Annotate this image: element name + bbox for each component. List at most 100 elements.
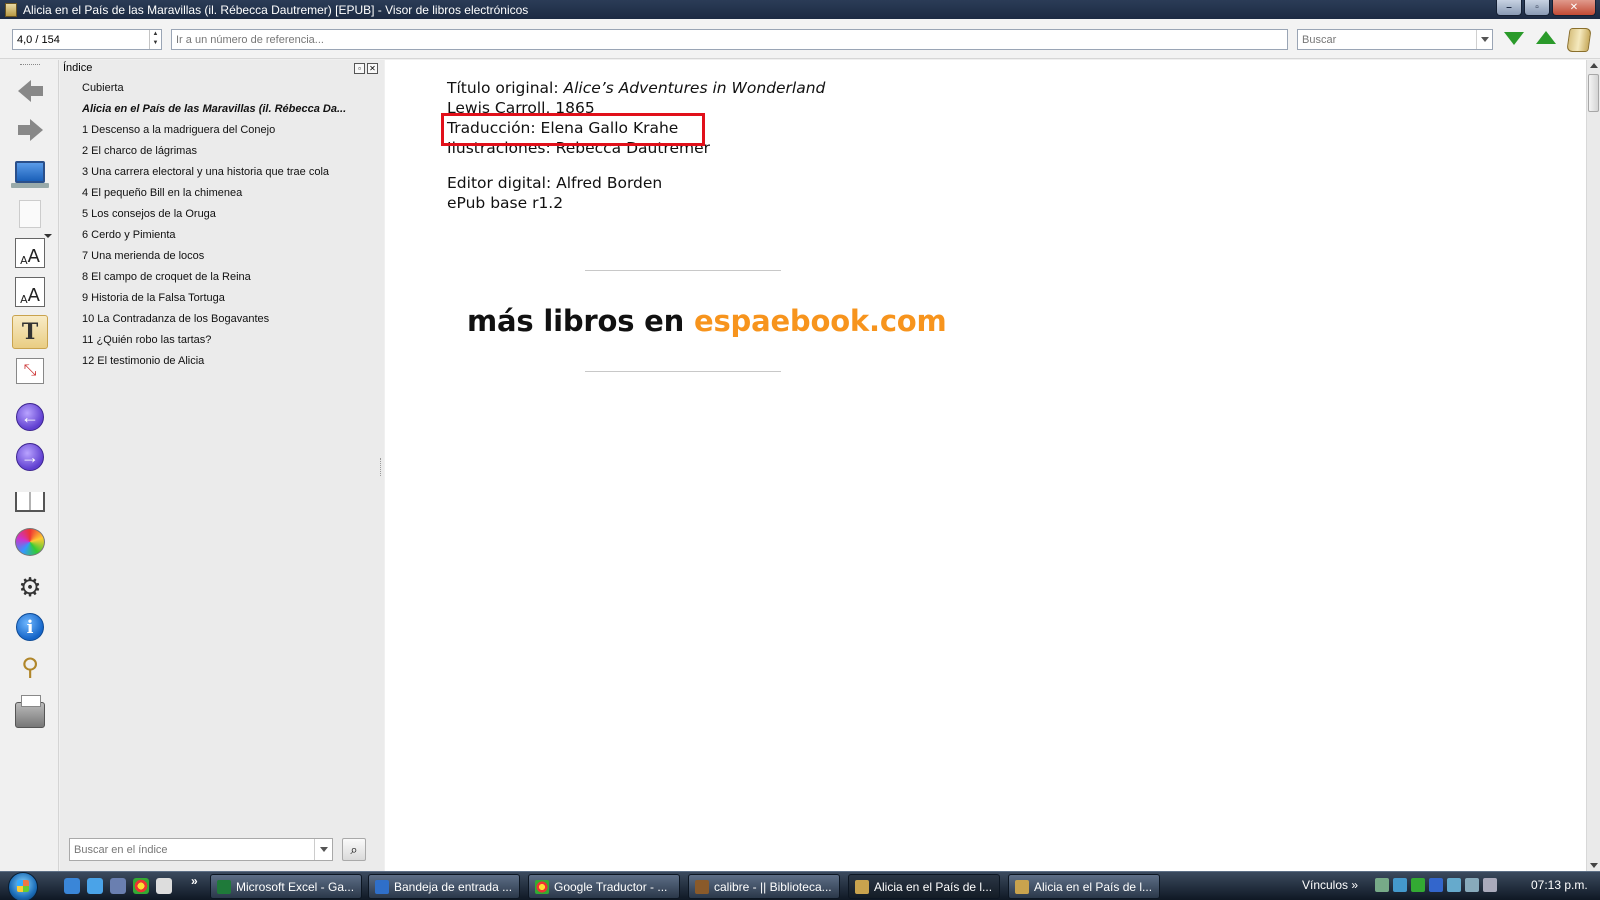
- toc-item-current[interactable]: Alicia en el País de las Maravillas (il.…: [82, 99, 382, 120]
- volume-icon[interactable]: [1483, 878, 1497, 892]
- promo-site: espaebook.com: [693, 304, 947, 338]
- network-icon[interactable]: [1393, 878, 1407, 892]
- fullscreen-button[interactable]: ⤡: [12, 354, 48, 388]
- quicklaunch-more-icon[interactable]: »: [191, 874, 198, 888]
- toc-item[interactable]: 12 El testimonio de Alicia: [82, 351, 382, 372]
- toc-list: Cubierta Alicia en el País de las Maravi…: [82, 78, 382, 372]
- font-larger-button[interactable]: AA: [12, 236, 48, 270]
- taskbar-item[interactable]: Microsoft Excel - Ga...: [210, 874, 362, 899]
- info-button[interactable]: i: [12, 610, 48, 644]
- search-dropdown-button[interactable]: [1476, 30, 1492, 49]
- toc-item[interactable]: 9 Historia de la Falsa Tortuga: [82, 288, 382, 309]
- theme-icon: [15, 528, 45, 556]
- monitor-icon: [11, 161, 49, 188]
- tray-icon[interactable]: [1375, 878, 1389, 892]
- print-icon: [15, 695, 45, 728]
- close-panel-icon[interactable]: ✕: [367, 63, 378, 74]
- float-panel-icon[interactable]: ▫: [354, 63, 365, 74]
- security-icon[interactable]: [1411, 878, 1425, 892]
- toc-item[interactable]: 10 La Contradanza de los Bogavantes: [82, 309, 382, 330]
- promo-banner[interactable]: más libros en espaebook.com: [467, 304, 947, 338]
- taskbar-item[interactable]: Google Traductor - ...: [528, 874, 680, 899]
- maximize-button[interactable]: ▫: [1524, 0, 1550, 16]
- show-desktop-icon[interactable]: [64, 878, 80, 894]
- internet-explorer-icon[interactable]: [87, 878, 103, 894]
- clock[interactable]: 07:13 p.m.: [1531, 878, 1588, 892]
- taskbar-item[interactable]: calibre - || Biblioteca...: [688, 874, 840, 899]
- window-controls: – ▫ ✕: [1496, 0, 1596, 16]
- search-placeholder: Buscar: [1302, 33, 1337, 46]
- toc-item[interactable]: 2 El charco de lágrimas: [82, 141, 382, 162]
- original-title-line: Título original: Alice’s Adventures in W…: [447, 78, 825, 98]
- print-button[interactable]: [12, 695, 48, 732]
- toc-item[interactable]: 8 El campo de croquet de la Reina: [82, 267, 382, 288]
- toc-item[interactable]: 5 Los consejos de la Oruga: [82, 204, 382, 225]
- close-button[interactable]: ✕: [1552, 0, 1596, 16]
- book-content-view: Título original: Alice’s Adventures in W…: [385, 60, 1586, 871]
- bookmarks-button[interactable]: [12, 485, 48, 519]
- reference-mode-button[interactable]: ⚲: [12, 650, 48, 684]
- scroll-up-icon[interactable]: [1590, 63, 1598, 68]
- toc-item[interactable]: 1 Descenso a la madriguera del Conejo: [82, 120, 382, 141]
- view-mode-button[interactable]: [11, 155, 49, 189]
- spin-arrows[interactable]: ▲ ▼: [149, 30, 161, 49]
- toc-search-input[interactable]: Buscar en el índice: [69, 838, 333, 861]
- text-mode-icon: T: [21, 319, 39, 345]
- display-icon[interactable]: [1447, 878, 1461, 892]
- forward-button[interactable]: [12, 113, 48, 147]
- switch-windows-icon[interactable]: [110, 878, 126, 894]
- calculator-icon[interactable]: [156, 878, 172, 894]
- font-smaller-button[interactable]: AA: [12, 275, 48, 309]
- panel-splitter[interactable]: [380, 458, 382, 476]
- taskbar-item[interactable]: Alicia en el País de l...: [1008, 874, 1160, 899]
- toc-item[interactable]: 7 Una merienda de locos: [82, 246, 382, 267]
- start-button[interactable]: [8, 872, 38, 900]
- power-icon[interactable]: [1429, 878, 1443, 892]
- find-previous-arrow-icon[interactable]: [1536, 31, 1556, 44]
- toc-item[interactable]: 4 El pequeño Bill en la chimenea: [82, 183, 382, 204]
- toc-item[interactable]: 11 ¿Quién robo las tartas?: [82, 330, 382, 351]
- app-icon: [5, 2, 17, 17]
- chrome-icon: [535, 879, 549, 894]
- settings-button[interactable]: ⚙: [12, 570, 48, 604]
- previous-section-button[interactable]: ←: [12, 400, 48, 434]
- scroll-thumb[interactable]: [1588, 74, 1599, 112]
- reference-input[interactable]: Ir a un número de referencia...: [171, 29, 1288, 50]
- task-label: Alicia en el País de l...: [874, 879, 993, 894]
- minimize-button[interactable]: –: [1496, 0, 1522, 16]
- back-button[interactable]: [12, 74, 48, 108]
- toolbar-grip[interactable]: [20, 64, 40, 67]
- search-input[interactable]: Buscar: [1297, 29, 1493, 50]
- links-toolbar[interactable]: Vínculos »: [1302, 878, 1358, 892]
- fullscreen-icon: ⤡: [16, 358, 44, 384]
- find-next-arrow-icon[interactable]: [1504, 32, 1524, 45]
- toc-search-dropdown[interactable]: [314, 839, 332, 860]
- next-section-button[interactable]: →: [12, 440, 48, 474]
- toc-item[interactable]: 3 Una carrera electoral y una historia q…: [82, 162, 382, 183]
- reference-scroll-icon[interactable]: [1566, 28, 1592, 52]
- task-label: calibre - || Biblioteca...: [714, 879, 832, 894]
- taskbar-item[interactable]: Bandeja de entrada ...: [368, 874, 520, 899]
- font-larger-icon: AA: [15, 238, 45, 268]
- bookmarks-icon: [15, 492, 45, 512]
- toc-find-button[interactable]: ⌕: [342, 838, 366, 861]
- chrome-icon[interactable]: [133, 878, 149, 894]
- toc-item[interactable]: Cubierta: [82, 78, 382, 99]
- page-position-spinbox[interactable]: 4,0 / 154 ▲ ▼: [12, 29, 162, 50]
- promo-prefix: más libros en: [467, 304, 694, 338]
- windows-taskbar: » Microsoft Excel - Ga... Bandeja de ent…: [0, 871, 1600, 900]
- text-mode-button[interactable]: T: [12, 315, 48, 349]
- forward-arrow-icon: [17, 119, 43, 141]
- taskbar-item-active[interactable]: Alicia en el País de l...: [848, 874, 1000, 899]
- vertical-scrollbar[interactable]: [1586, 60, 1600, 871]
- toc-search-placeholder: Buscar en el índice: [74, 843, 168, 856]
- page-position-value: 4,0 / 154: [17, 33, 60, 46]
- toc-item[interactable]: 6 Cerdo y Pimienta: [82, 225, 382, 246]
- excel-icon: [217, 879, 231, 894]
- binoculars-icon: ⌕: [350, 841, 358, 857]
- next-section-icon: →: [16, 443, 44, 471]
- theme-button[interactable]: [12, 525, 48, 559]
- copy-button[interactable]: [12, 197, 48, 231]
- connection-icon[interactable]: [1465, 878, 1479, 892]
- scroll-down-icon[interactable]: [1590, 863, 1598, 868]
